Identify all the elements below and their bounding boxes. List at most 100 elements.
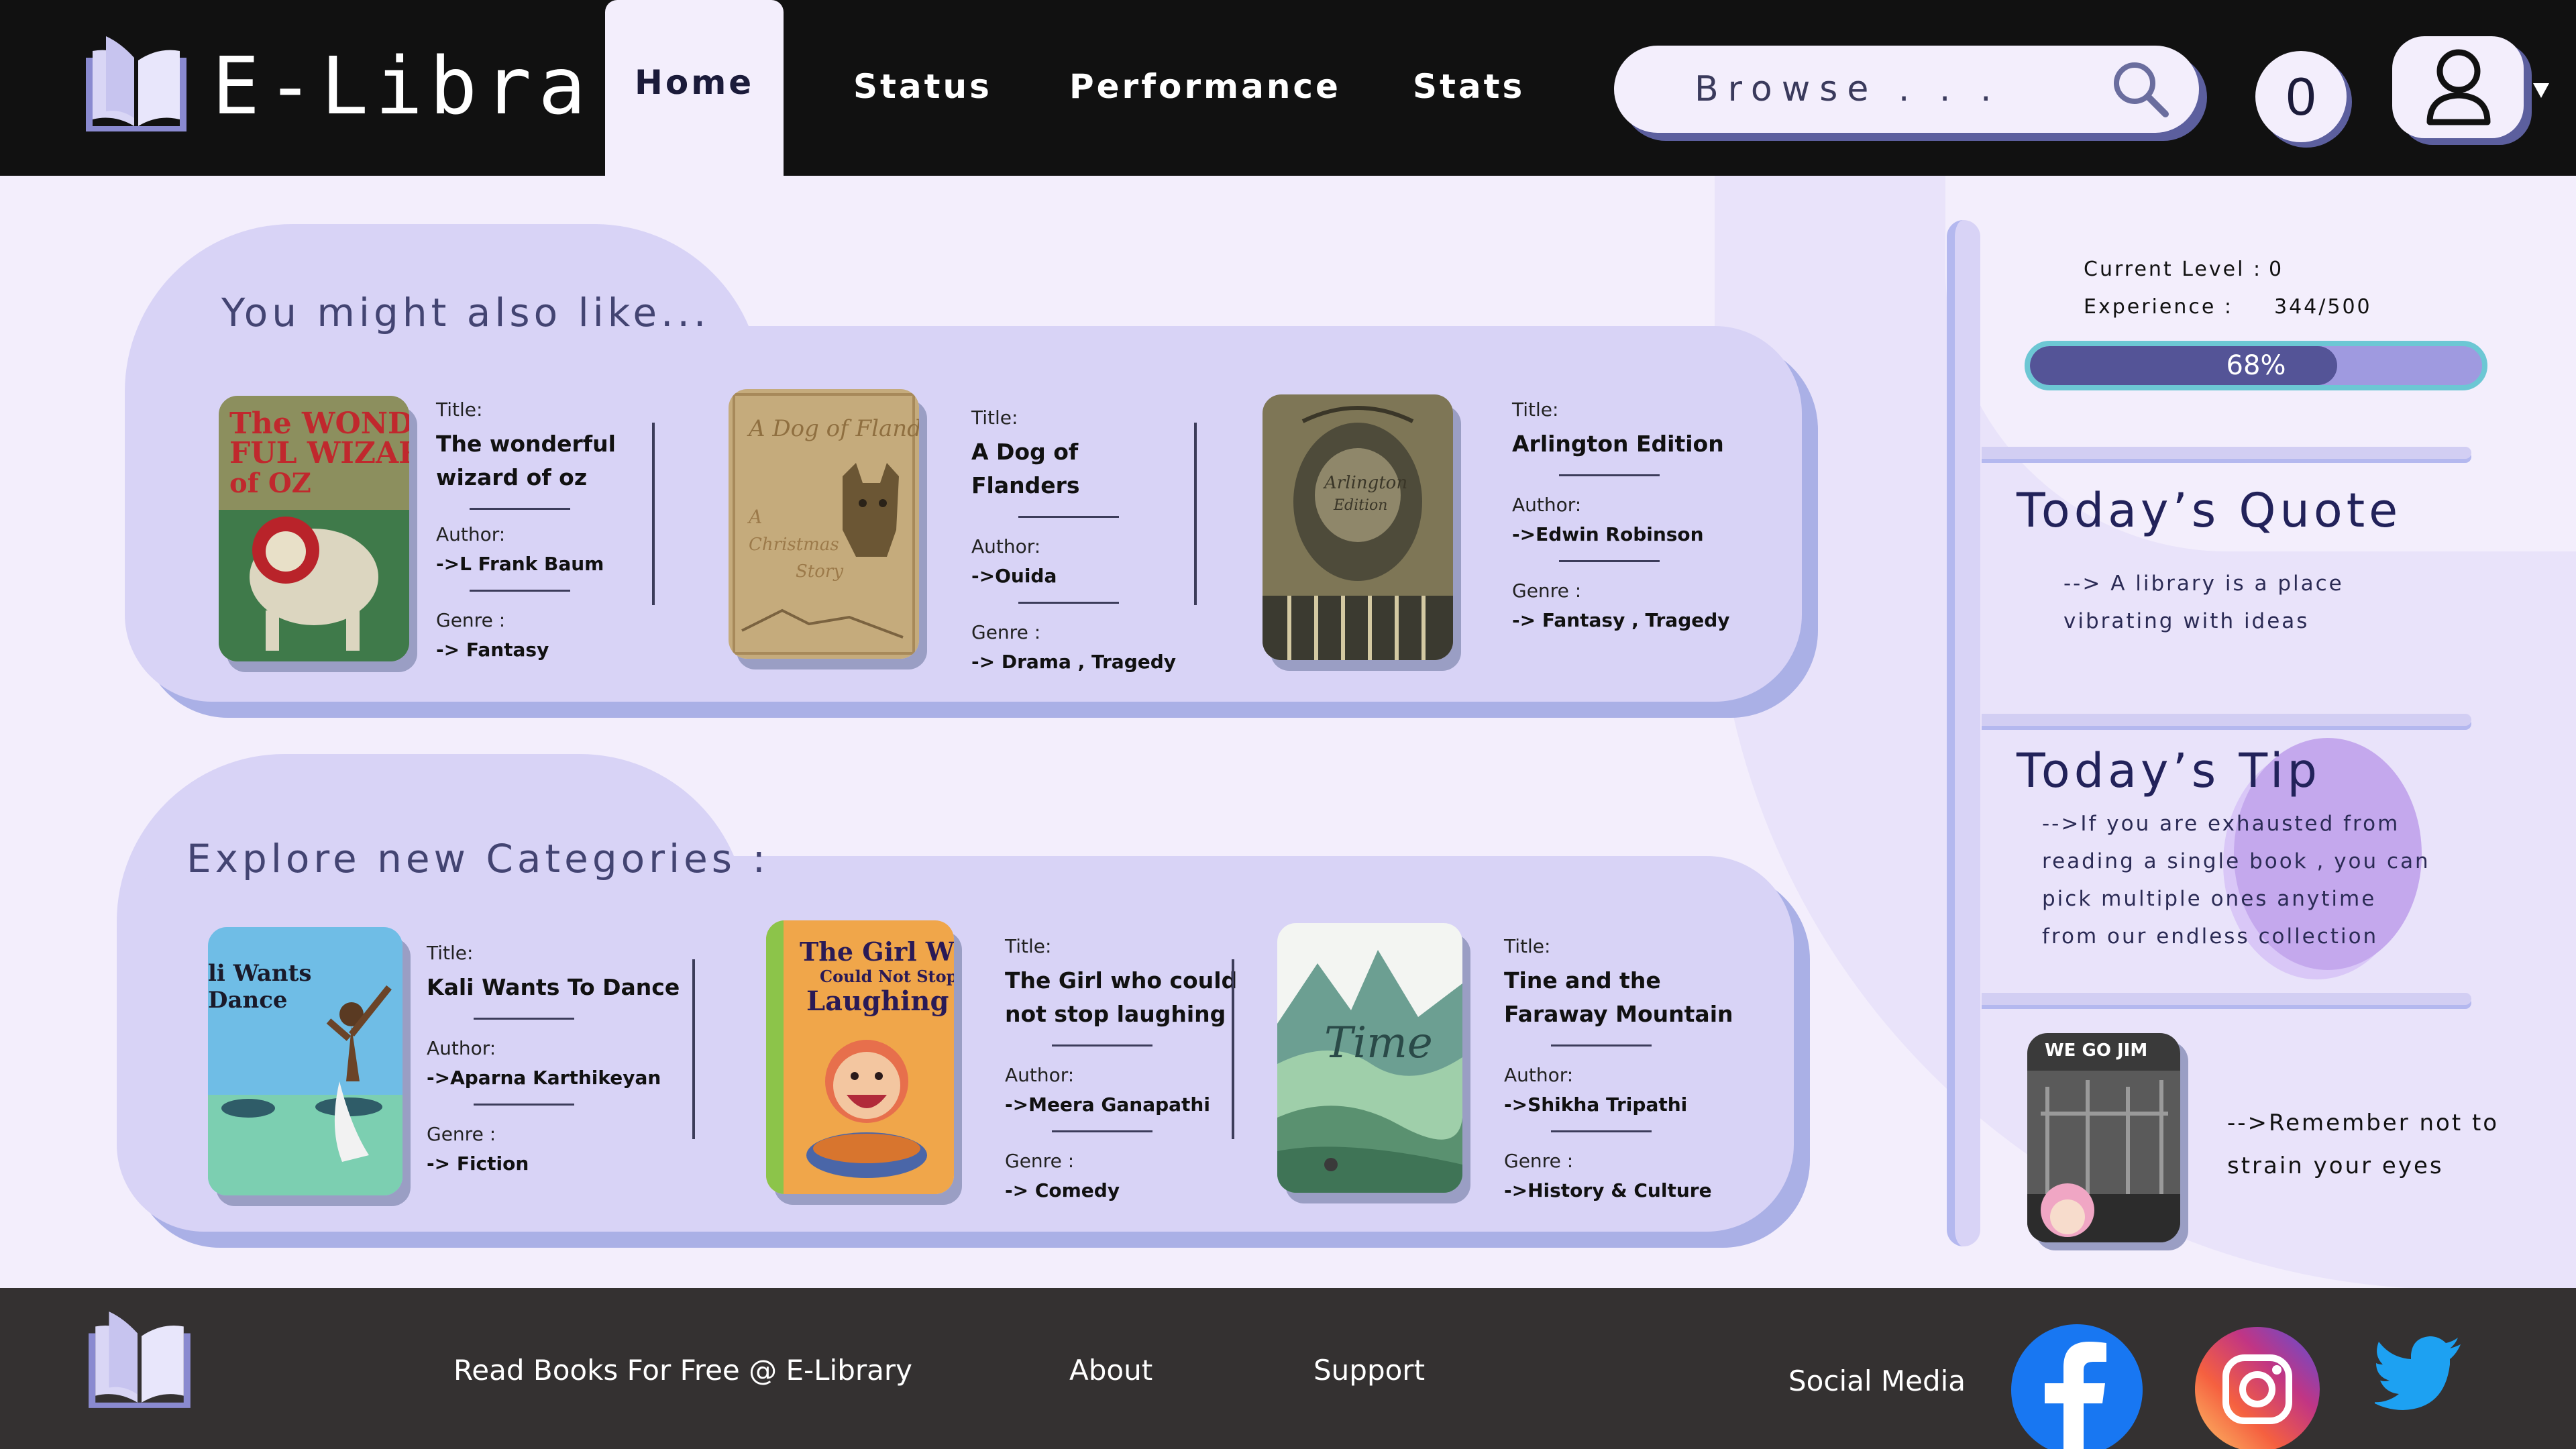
instagram-icon[interactable] [2194,1326,2321,1449]
search-bar[interactable] [1614,46,2199,133]
book-genre[interactable]: -> Fantasy [436,638,651,662]
book-logo-icon[interactable] [82,1305,197,1413]
book-author[interactable]: ->Aparna Karthikeyan [427,1066,682,1090]
svg-text:Time: Time [1324,1018,1433,1068]
book-cover-dog-of-flanders[interactable]: A Dog of Flanders A Christmas Story [729,389,919,659]
svg-text:of OZ: of OZ [229,468,311,499]
nav-status[interactable]: Status [853,67,992,106]
separator [1559,474,1660,476]
gym-meme-image: WE GO JIM [2027,1033,2180,1242]
book-genre[interactable]: -> Comedy [1005,1179,1260,1203]
svg-text:A: A [747,506,762,528]
svg-text:Story: Story [796,561,843,582]
book-cover-wizard-of-oz[interactable]: The WONDER- FUL WIZARD of OZ [219,396,409,661]
book-author[interactable]: ->L Frank Baum [436,552,651,576]
search-input[interactable] [1695,64,2097,114]
caret-down-icon[interactable] [2532,79,2551,101]
footer-tagline[interactable]: Read Books For Free @ E-Library [453,1354,912,1387]
genre-label: Genre : [436,609,506,631]
genre-label: Genre : [427,1123,496,1145]
profile-button[interactable] [2392,36,2524,138]
footer-social-label: Social Media [1788,1364,1966,1397]
search-icon[interactable] [2109,58,2171,119]
book-divider [1194,423,1197,605]
title-label: Title: [436,398,483,421]
author-label: Author: [1504,1064,1574,1086]
separator [1052,1044,1152,1046]
book-title[interactable]: The Girl who could not stop laughing [1005,964,1260,1031]
book-author[interactable]: ->Meera Ganapathi [1005,1093,1260,1117]
book-cover-tine-and-the-faraway-mountain[interactable]: Time [1277,923,1462,1193]
book-author[interactable]: ->Ouida [971,564,1186,588]
book-title[interactable]: Arlington Edition [1512,427,1754,461]
author-label: Author: [1005,1064,1075,1086]
book-title[interactable]: The wonderful wizard of oz [436,427,651,494]
nav-performance[interactable]: Performance [1069,67,1341,106]
author-label: Author: [1512,494,1582,516]
genre-label: Genre : [1504,1150,1574,1172]
book-info-girl-who-could-not-stop-laughing: Title: The Girl who could not stop laugh… [1005,935,1260,1203]
quote-divider [1982,447,2471,459]
categories-section-title: Explore new Categories : [186,836,769,881]
book-genre[interactable]: ->History & Culture [1504,1179,1746,1203]
experience-progress-text: 68% [2226,350,2286,381]
level-value: 0 [2269,258,2284,281]
tip-line-4: from our endless collection [2042,924,2379,949]
book-logo-icon[interactable] [79,31,193,136]
notification-count[interactable]: 0 [2255,51,2347,142]
footer [0,1288,2576,1449]
separator [474,1104,574,1106]
book-cover-girl-who-could-not-stop-laughing[interactable]: The Girl Who Could Not Stop Laughing [766,920,954,1194]
gym-caption: WE GO JIM [2045,1040,2147,1061]
footer-about-link[interactable]: About [1069,1354,1152,1387]
book-info-tine-and-the-faraway-mountain: Title: Tine and the Faraway Mountain Aut… [1504,935,1746,1203]
book-info-dog-of-flanders: Title: A Dog of Flanders Author: ->Ouida… [971,407,1186,674]
svg-text:The Girl Who: The Girl Who [800,936,954,967]
facebook-icon[interactable] [2010,1323,2144,1449]
experience-value: 344/500 [2274,295,2372,319]
author-label: Author: [971,535,1041,557]
book-title[interactable]: Kali Wants To Dance [427,971,682,1004]
book-author[interactable]: ->Shikha Tripathi [1504,1093,1746,1117]
separator [1559,560,1660,562]
twitter-icon[interactable] [2375,1328,2462,1415]
book-title[interactable]: A Dog of Flanders [971,435,1186,502]
svg-text:Edition: Edition [1333,497,1387,514]
level-label: Current Level : [2084,258,2263,281]
svg-text:FUL WIZARD: FUL WIZARD [229,436,409,470]
tip-divider [1982,714,2471,726]
book-genre[interactable]: -> Fiction [427,1152,682,1176]
reminder-divider [1982,993,2471,1005]
genre-label: Genre : [1512,580,1582,602]
nav-stats[interactable]: Stats [1413,67,1525,106]
footer-support-link[interactable]: Support [1313,1354,1425,1387]
tip-line-3: pick multiple ones anytime [2042,887,2377,911]
book-cover-arlington-edition[interactable]: Arlington Edition [1263,394,1453,660]
book-divider [1232,959,1234,1139]
book-author[interactable]: ->Edwin Robinson [1512,523,1754,547]
title-label: Title: [971,407,1018,429]
svg-text:Could Not Stop: Could Not Stop [820,967,954,986]
separator [1551,1044,1652,1046]
user-icon [2426,49,2491,125]
svg-text:Laughing: Laughing [806,985,949,1017]
book-title[interactable]: Tine and the Faraway Mountain [1504,964,1746,1031]
title-label: Title: [1512,398,1559,421]
book-info-kali-wants-to-dance: Title: Kali Wants To Dance Author: ->Apa… [427,942,682,1176]
genre-label: Genre : [971,621,1041,643]
svg-text:Arlington: Arlington [1323,473,1407,493]
book-divider [692,959,695,1139]
top-navbar: E-Library Home Status Performance Stats … [0,0,2576,176]
book-cover-kali-wants-to-dance[interactable]: li Wants Dance [208,927,402,1195]
book-info-arlington-edition: Title: Arlington Edition Author: ->Edwin… [1512,398,1754,633]
svg-text:Christmas: Christmas [749,535,839,555]
book-genre[interactable]: -> Fantasy , Tragedy [1512,608,1754,633]
svg-text:li Wants: li Wants [208,960,312,987]
experience-progress-bar: 68% [2025,341,2487,390]
book-info-wizard-of-oz: Title: The wonderful wizard of oz Author… [436,398,651,662]
nav-home[interactable]: Home [635,63,754,102]
reminder-line-1: -->Remember not to [2227,1110,2500,1136]
sidebar-divider [1947,220,1980,1246]
book-genre[interactable]: -> Drama , Tragedy [971,650,1186,674]
recommend-section-title: You might also like... [221,290,710,335]
